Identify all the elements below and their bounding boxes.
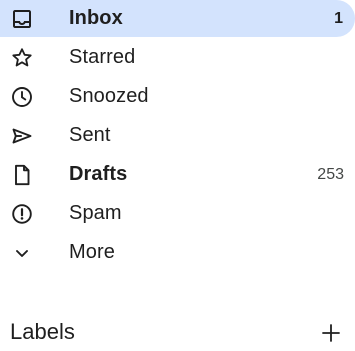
report-spam-icon — [10, 202, 34, 226]
sidebar-item-starred[interactable]: Starred — [0, 38, 355, 77]
sidebar-item-sent[interactable]: Sent — [0, 116, 355, 155]
sidebar-item-label: More — [69, 241, 115, 263]
sidebar-item-label: Drafts — [69, 163, 128, 185]
sidebar-item-label: Inbox — [69, 7, 123, 29]
sidebar-item-snoozed[interactable]: Snoozed — [0, 77, 355, 116]
labels-section-header: Labels — [0, 309, 355, 351]
sidebar-item-more[interactable]: More — [0, 233, 355, 272]
sidebar-item-drafts[interactable]: Drafts 253 — [0, 155, 355, 194]
sidebar-item-label: Sent — [69, 124, 111, 146]
sidebar-item-label: Snoozed — [69, 85, 149, 107]
send-icon — [10, 124, 34, 148]
draft-file-icon — [10, 163, 34, 187]
drafts-count: 253 — [317, 165, 344, 183]
sidebar-item-label: Starred — [69, 46, 136, 68]
plus-icon[interactable] — [320, 322, 342, 344]
sidebar-item-spam[interactable]: Spam — [0, 194, 355, 233]
labels-title: Labels — [10, 319, 75, 344]
chevron-down-icon — [10, 241, 34, 265]
sidebar-nav: Inbox 1 Starred Snoozed Sent Drafts 253 … — [0, 0, 355, 272]
inbox-icon — [10, 7, 34, 31]
unread-count: 1 — [334, 9, 343, 27]
clock-icon — [10, 85, 34, 109]
sidebar-item-inbox[interactable]: Inbox 1 — [0, 0, 355, 37]
sidebar-item-label: Spam — [69, 202, 122, 224]
star-icon — [10, 46, 34, 70]
